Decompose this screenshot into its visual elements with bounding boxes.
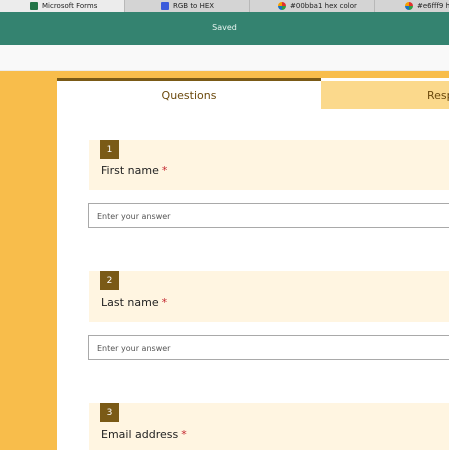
last-name-answer[interactable] bbox=[88, 335, 449, 360]
browser-tab-microsoft-forms[interactable]: Microsoft Forms bbox=[0, 0, 125, 12]
question-title: Last name * bbox=[101, 296, 167, 309]
save-status: Saved bbox=[212, 23, 237, 32]
color-wheel-icon bbox=[278, 2, 286, 10]
forms-icon bbox=[30, 2, 38, 10]
tab-questions[interactable]: Questions bbox=[57, 78, 321, 109]
first-name-input[interactable] bbox=[89, 205, 449, 228]
browser-tab-rgb-to-hex[interactable]: RGB to HEX bbox=[125, 0, 250, 12]
question-number: 1 bbox=[100, 140, 119, 159]
question-first-name: 1 First name * bbox=[89, 140, 449, 190]
question-email: 3 Email address * bbox=[89, 403, 449, 450]
browser-tab-label: #e6fff9 h bbox=[417, 2, 449, 10]
browser-tab-00bba1[interactable]: #00bba1 hex color bbox=[250, 0, 375, 12]
forms-header-bar: Saved bbox=[0, 12, 449, 45]
question-title: First name * bbox=[101, 164, 167, 177]
last-name-input[interactable] bbox=[89, 337, 449, 360]
question-number: 2 bbox=[100, 271, 119, 290]
forms-toolbar bbox=[0, 45, 449, 71]
form-card bbox=[57, 78, 449, 450]
question-title-text: Last name bbox=[101, 296, 159, 309]
question-title-text: Email address bbox=[101, 428, 179, 441]
question-number: 3 bbox=[100, 403, 119, 422]
browser-tab-bar: Microsoft Forms RGB to HEX #00bba1 hex c… bbox=[0, 0, 449, 12]
required-marker: * bbox=[161, 296, 168, 309]
tab-responses[interactable]: Resp bbox=[321, 81, 449, 109]
question-last-name: 2 Last name * bbox=[89, 271, 449, 322]
first-name-answer[interactable] bbox=[88, 203, 449, 228]
question-title-text: First name bbox=[101, 164, 159, 177]
color-wheel-icon bbox=[405, 2, 413, 10]
question-title: Email address * bbox=[101, 428, 187, 441]
required-marker: * bbox=[181, 428, 187, 441]
required-marker: * bbox=[161, 164, 168, 177]
browser-tab-label: #00bba1 hex color bbox=[290, 2, 357, 10]
browser-tab-e6fff9[interactable]: #e6fff9 h bbox=[375, 0, 449, 12]
tab-questions-label: Questions bbox=[161, 88, 217, 102]
browser-tab-label: Microsoft Forms bbox=[42, 2, 98, 10]
browser-tab-label: RGB to HEX bbox=[173, 2, 215, 10]
tab-responses-label: Resp bbox=[427, 88, 449, 102]
rgb-icon bbox=[161, 2, 169, 10]
